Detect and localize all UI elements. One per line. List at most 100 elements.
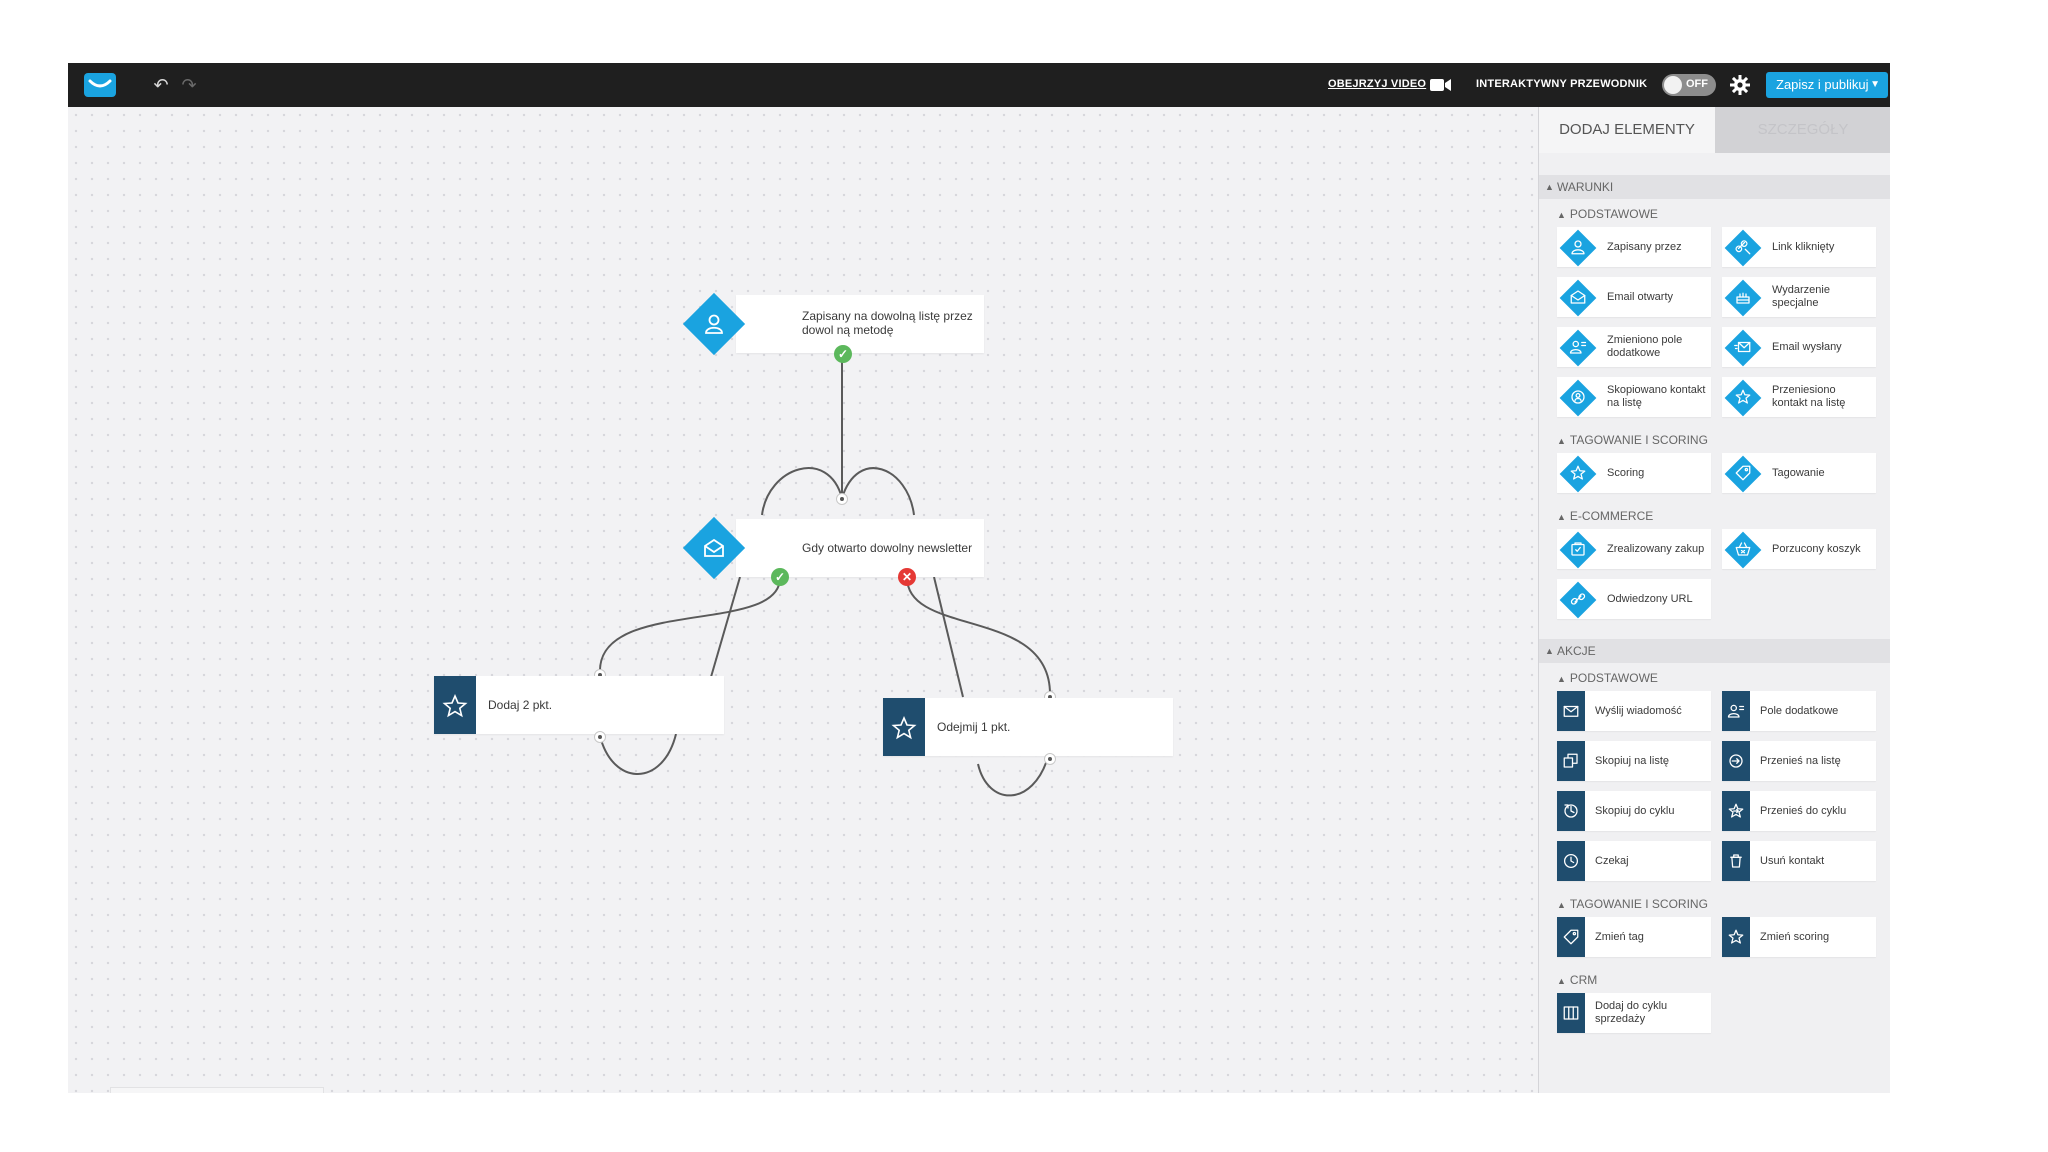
condition-tile[interactable]: Odwiedzony URL <box>1557 579 1711 619</box>
tile-label: Scoring <box>1607 466 1645 479</box>
connector-sub-loop <box>977 756 1049 797</box>
undo-icon[interactable]: ↶ <box>150 74 172 96</box>
tile-label: Dodaj do cyklu sprzedaży <box>1595 1000 1668 1025</box>
action-tile[interactable]: Pole dodatkowe <box>1722 691 1876 731</box>
action-sub-output-port[interactable] <box>1044 753 1056 765</box>
tile-label: Odwiedzony URL <box>1607 592 1693 605</box>
connector-no-action-sub <box>906 577 1051 695</box>
trigger-node[interactable]: Zapisany na dowolną listę przez dowol ną… <box>736 295 984 353</box>
action-add-node[interactable]: Dodaj 2 pkt. <box>434 676 724 734</box>
action-tile[interactable]: Przenieś na listę <box>1722 741 1876 781</box>
condition-tile[interactable]: Tagowanie <box>1722 453 1876 493</box>
connector-yes-secondary <box>710 576 741 678</box>
subsection-title: PODSTAWOWE <box>1569 671 1658 685</box>
guide-toggle[interactable]: OFF <box>1662 74 1716 96</box>
automation-editor: ↶ ↷ OBEJRZYJ VIDEO INTERAKTYWNY PRZEWODN… <box>68 63 1890 1093</box>
action-tile[interactable]: Skopiuj do cyklu <box>1557 791 1711 831</box>
action-add-output-port[interactable] <box>594 731 606 743</box>
action-tile[interactable]: Usuń kontakt <box>1722 841 1876 881</box>
action-tile[interactable]: Przenieś do cyklu <box>1722 791 1876 831</box>
collapse-icon[interactable]: ▲ <box>1557 674 1566 684</box>
condition-tile[interactable]: Zmieniono pole dodatkowe <box>1557 327 1711 367</box>
action-sub-label: Odejmij 1 pkt. <box>937 720 1011 734</box>
action-tile[interactable]: Skopiuj na listę <box>1557 741 1711 781</box>
toggle-state: OFF <box>1686 78 1708 90</box>
tile-label: Pole dodatkowe <box>1760 704 1839 717</box>
collapse-icon[interactable]: ▲ <box>1557 900 1566 910</box>
move-cycle-icon <box>1728 803 1744 818</box>
tile-label: Skopiuj na listę <box>1595 754 1669 767</box>
connector-loop-right <box>841 467 915 516</box>
condition-tile[interactable]: Email wysłany <box>1722 327 1876 367</box>
cake-icon <box>1736 292 1750 304</box>
tab-details[interactable]: SZCZEGÓŁY <box>1715 107 1890 153</box>
action-tile[interactable]: Wyślij wiadomość <box>1557 691 1711 731</box>
collapse-icon[interactable]: ▲ <box>1545 175 1554 199</box>
gear-icon[interactable] <box>1728 73 1752 97</box>
action-sub-node[interactable]: Odejmij 1 pkt. <box>883 698 1173 756</box>
tile-label: Przenieś na listę <box>1760 754 1841 767</box>
condition-tile[interactable]: Link kliknięty <box>1722 227 1876 267</box>
tile-label: Zmień scoring <box>1760 930 1830 943</box>
video-camera-icon[interactable] <box>1430 78 1452 92</box>
subsection-header[interactable]: ▲ PODSTAWOWE <box>1557 671 1658 685</box>
tag-icon <box>1563 929 1579 945</box>
toggle-knob <box>1664 76 1682 94</box>
subsection-title: PODSTAWOWE <box>1569 207 1658 221</box>
chevron-down-icon[interactable]: ▼ <box>1870 72 1880 98</box>
subsection-header[interactable]: ▲ PODSTAWOWE <box>1557 207 1658 221</box>
condition-tile[interactable]: Zrealizowany zakup <box>1557 529 1711 569</box>
tile-label: Link kliknięty <box>1772 240 1835 253</box>
section-title: AKCJE <box>1557 644 1596 658</box>
section-actions[interactable]: ▲ AKCJE <box>1539 639 1890 663</box>
tile-label: Przeniesiono kontakt na listę <box>1772 384 1846 409</box>
condition-tile[interactable]: Skopiowano kontakt na listę <box>1557 377 1711 417</box>
elements-panel: DODAJ ELEMENTY SZCZEGÓŁY ▲ WARUNKI ▲ PODSTA… <box>1538 107 1890 1093</box>
star-icon <box>891 715 917 740</box>
subsection-header[interactable]: ▲ TAGOWANIE I SCORING <box>1557 897 1708 911</box>
copy-cycle-icon <box>1564 804 1578 818</box>
condition-no-badge[interactable]: ✕ <box>898 568 916 586</box>
condition-input-port[interactable] <box>836 493 848 505</box>
tile-label: Email wysłany <box>1772 340 1842 353</box>
action-tile[interactable]: Zmień tag <box>1557 917 1711 957</box>
subsection-header[interactable]: ▲ CRM <box>1557 973 1597 987</box>
tag-icon <box>1735 465 1751 481</box>
collapse-icon[interactable]: ▲ <box>1557 976 1566 986</box>
condition-tile[interactable]: Porzucony koszyk <box>1722 529 1876 569</box>
watch-video-link[interactable]: OBEJRZYJ VIDEO <box>1328 78 1426 90</box>
collapse-icon[interactable]: ▲ <box>1545 639 1554 663</box>
subsection-header[interactable]: ▲ E-COMMERCE <box>1557 509 1653 523</box>
collapse-icon[interactable]: ▲ <box>1557 436 1566 446</box>
subsection-title: CRM <box>1569 973 1598 987</box>
action-tile[interactable]: Zmień scoring <box>1722 917 1876 957</box>
subsection-header[interactable]: ▲ TAGOWANIE I SCORING <box>1557 433 1708 447</box>
copy-contact-icon <box>1571 390 1585 404</box>
condition-tile[interactable]: Wydarzenie specjalne <box>1722 277 1876 317</box>
tile-label: Wydarzenie specjalne <box>1772 284 1830 309</box>
save-publish-button[interactable]: Zapisz i publikuj ▼ <box>1766 72 1888 98</box>
top-toolbar: ↶ ↷ OBEJRZYJ VIDEO INTERAKTYWNY PRZEWODN… <box>68 63 1890 107</box>
condition-tile[interactable]: Przeniesiono kontakt na listę <box>1722 377 1876 417</box>
condition-node[interactable]: Gdy otwarto dowolny newsletter <box>736 519 984 577</box>
envelope-open-icon <box>704 538 724 557</box>
collapse-icon[interactable]: ▲ <box>1557 210 1566 220</box>
redo-icon[interactable]: ↷ <box>178 74 200 96</box>
tab-add-elements[interactable]: DODAJ ELEMENTY <box>1539 107 1715 153</box>
move-arrow-icon <box>1729 754 1743 768</box>
section-conditions[interactable]: ▲ WARUNKI <box>1539 175 1890 199</box>
condition-node-label: Gdy otwarto dowolny newsletter <box>802 541 973 555</box>
condition-tile[interactable]: Scoring <box>1557 453 1711 493</box>
condition-yes-badge[interactable]: ✓ <box>771 568 789 586</box>
condition-tile[interactable]: Email otwarty <box>1557 277 1711 317</box>
user-icon <box>1571 240 1585 255</box>
collapse-icon[interactable]: ▲ <box>1557 512 1566 522</box>
tile-label: Skopiowano kontakt na listę <box>1607 384 1706 409</box>
action-tile[interactable]: Czekaj <box>1557 841 1711 881</box>
action-tile[interactable]: Dodaj do cyklu sprzedaży <box>1557 993 1711 1033</box>
condition-tile[interactable]: Zapisany przez <box>1557 227 1711 267</box>
tile-label: Tagowanie <box>1772 466 1825 479</box>
user-field-icon <box>1569 340 1587 354</box>
workflow-canvas[interactable]: Zapisany na dowolną listę przez dowol ną… <box>68 107 1538 1093</box>
pipeline-icon <box>1563 1006 1579 1020</box>
